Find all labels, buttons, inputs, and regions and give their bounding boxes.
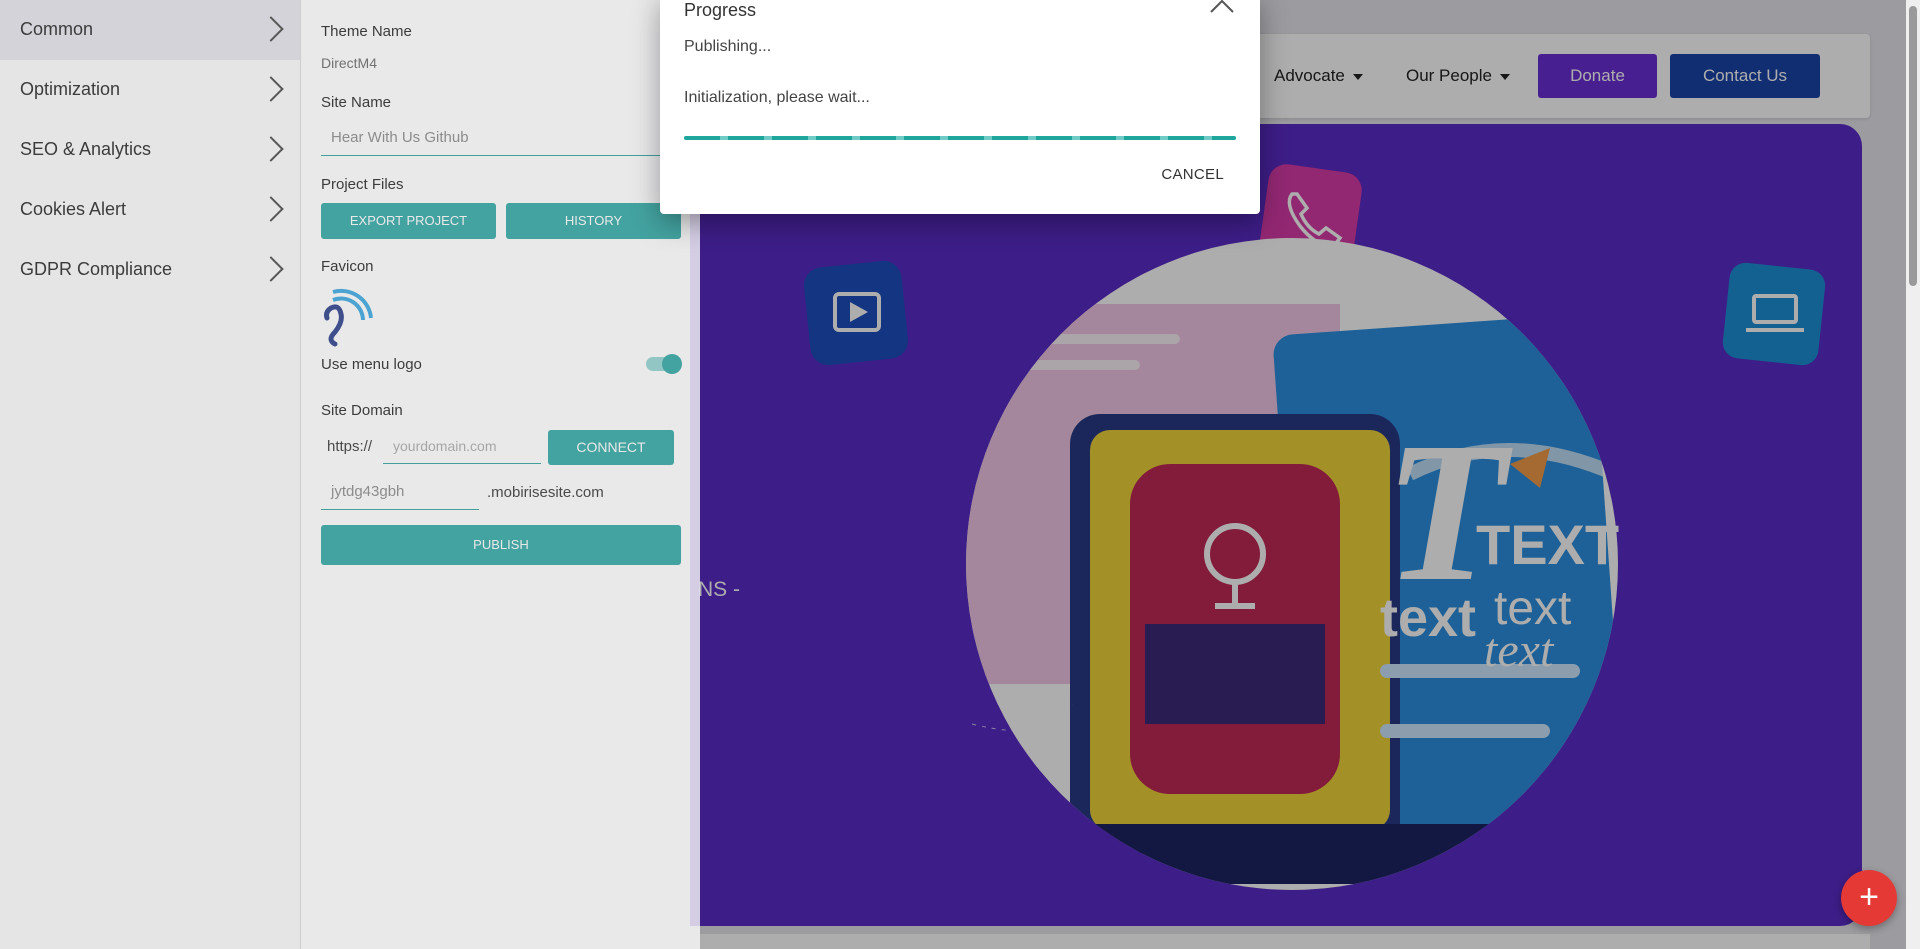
favicon-label: Favicon [321, 258, 374, 275]
sidebar-item-label: SEO & Analytics [20, 139, 152, 159]
project-files-label: Project Files [321, 176, 404, 193]
subdomain-suffix: .mobirisesite.com [487, 484, 604, 501]
use-menu-logo-label: Use menu logo [321, 356, 422, 373]
progress-bar [684, 136, 1236, 140]
sidebar-item-gdpr-compliance[interactable]: GDPR Compliance [0, 240, 300, 300]
domain-input[interactable]: yourdomain.com [383, 432, 541, 464]
sidebar-item-label: Optimization [20, 79, 121, 99]
theme-name-value: DirectM4 [321, 55, 378, 71]
sidebar-item-seo-analytics[interactable]: SEO & Analytics [0, 120, 300, 180]
theme-name-label: Theme Name [321, 23, 412, 40]
site-name-input[interactable]: Hear With Us Github [321, 124, 691, 156]
page-scrollbar[interactable] [1906, 0, 1920, 949]
protocol-label: https:// [327, 438, 373, 455]
site-name-label: Site Name [321, 94, 392, 111]
progress-bar-fill [684, 136, 1236, 140]
settings-sidebar: Common Optimization SEO & Analytics Cook… [0, 0, 300, 949]
sidebar-item-label: Cookies Alert [20, 199, 127, 219]
chevron-right-icon [258, 256, 284, 282]
publish-button[interactable]: PUBLISH [321, 525, 681, 565]
sidebar-item-cookies-alert[interactable]: Cookies Alert [0, 180, 300, 240]
common-settings-panel: Theme Name DirectM4 Site Name Hear With … [300, 0, 700, 949]
history-button[interactable]: HISTORY [506, 203, 681, 239]
sidebar-item-label: GDPR Compliance [20, 259, 173, 279]
scrollbar-thumb[interactable] [1909, 6, 1917, 286]
sidebar-item-label: Common [20, 19, 94, 39]
connect-button[interactable]: CONNECT [548, 430, 674, 465]
favicon-ear-icon[interactable] [323, 286, 375, 350]
sidebar-item-optimization[interactable]: Optimization [0, 60, 300, 120]
chevron-right-icon [258, 196, 284, 222]
dialog-status: Publishing... [684, 38, 772, 55]
chevron-right-icon [258, 76, 284, 102]
domain-input-placeholder: yourdomain.com [393, 438, 497, 454]
subdomain-input[interactable]: jytdg43gbh [321, 478, 479, 510]
dialog-title: Progress [684, 0, 757, 20]
export-project-button[interactable]: EXPORT PROJECT [321, 203, 496, 239]
cancel-button[interactable]: CANCEL [1161, 166, 1224, 183]
close-icon[interactable] [1208, 0, 1236, 16]
dialog-message: Initialization, please wait... [684, 89, 870, 106]
site-domain-label: Site Domain [321, 402, 403, 419]
chevron-right-icon [258, 16, 284, 42]
chevron-right-icon [258, 136, 284, 162]
add-block-button[interactable]: + [1841, 870, 1897, 926]
progress-dialog: Progress Publishing... Initialization, p… [660, 0, 1260, 214]
use-menu-logo-toggle[interactable] [646, 354, 682, 374]
sidebar-item-common[interactable]: Common [0, 0, 300, 60]
toggle-knob [662, 354, 682, 374]
